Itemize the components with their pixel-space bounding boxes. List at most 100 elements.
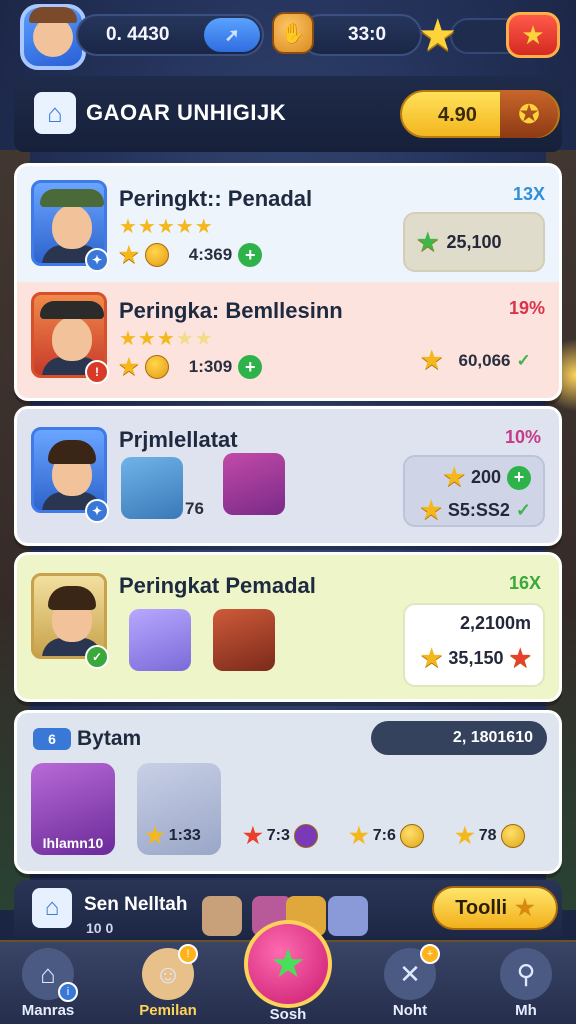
reward-box[interactable]: ★ 200 + ★ S5:SS2 ✓ [403, 455, 545, 527]
nav-center-button[interactable]: ★ [244, 920, 332, 1008]
green-star-icon: ★ [417, 228, 439, 256]
search-icon: ⚲ [500, 948, 552, 1000]
coin-icon [144, 355, 169, 379]
hero-label: Ihlamn10 [42, 835, 104, 851]
row-stats: ★ 1:309 + [119, 354, 263, 380]
reward-row: ★ 200 + [443, 463, 531, 492]
bottom-nav: ⌂ i Manras ☺! Pemilan ★ Sosh ✕ + Noht ⚲ Mh [0, 920, 576, 1024]
favorites-button[interactable]: ★ [506, 12, 560, 58]
reward-value: 60,066 [458, 350, 511, 370]
guild-action-button[interactable]: Toolli ★ [432, 886, 558, 930]
row-sub-value: 1:309 [188, 357, 233, 376]
row-percent: 19% [508, 298, 545, 318]
check-icon: ✓ [515, 500, 531, 520]
star-icon: ★ [349, 823, 369, 848]
star-rating: ★★★★★ [119, 328, 214, 350]
ranking-card-2[interactable]: ✦ Prjmlellatat 76 10% ★ 200 + ★ S5:SS2 ✓ [14, 406, 562, 546]
hero-label: 7:3 [266, 827, 290, 844]
hero-label: 7:6 [372, 827, 396, 844]
character-icon: ☺! [142, 944, 198, 1000]
hero-stat: ★ 78 [455, 823, 525, 849]
reward-value: 25,100 [446, 231, 502, 252]
home-icon[interactable]: ⌂ [32, 888, 72, 928]
guild-sub-value: 10 0 [86, 920, 114, 936]
hero-character-icon [213, 609, 275, 671]
reward-box[interactable]: 2,2100m ★ 35,150 ★ [403, 603, 545, 687]
check-icon: ✓ [516, 350, 531, 370]
nav-label: Pemilan [139, 1002, 197, 1019]
info-badge-icon: i [58, 982, 78, 1002]
header-pill-button[interactable]: ✪ [500, 90, 558, 138]
hero-card[interactable]: ★ 1:33 [137, 763, 221, 855]
header-pill-value: 4.90 [438, 104, 477, 126]
hero-stat: ★ 1:33 [145, 823, 201, 849]
reward-row: ★ S5:SS2 ✓ [420, 496, 531, 525]
ranking-card-1[interactable]: ✦ Peringkt:: Penadal ★★★★★ ★ 4:369 + 13X… [14, 163, 562, 401]
book-item-icon [121, 457, 183, 519]
purple-badge-icon [293, 824, 318, 848]
home-icon[interactable]: ⌂ [34, 92, 76, 134]
ranking-card-3[interactable]: ✓ Peringkat Pemadal 16X 2,2100m ★ 35,150… [14, 552, 562, 702]
green-badge-icon: ✓ [85, 645, 109, 669]
coins-value: 33:0 [348, 24, 387, 45]
gems-value: 0. 4430 [106, 24, 170, 45]
hero-label: 78 [478, 827, 497, 844]
hero-card[interactable]: Ihlamn10 [31, 763, 115, 855]
add-button[interactable]: + [238, 243, 263, 267]
nav-label: Noht [392, 1002, 428, 1019]
star-icon: ★ [418, 11, 458, 60]
star-icon: ★ [119, 242, 139, 267]
star-icon: ★ [119, 354, 139, 379]
add-button[interactable]: + [507, 465, 531, 490]
row-sub-value: 4:369 [188, 245, 233, 264]
page-title: GAOAR UNHIGIJK [86, 100, 287, 125]
header-panel: ⌂ GAOAR UNHIGIJK 4.90 ✪ [14, 76, 562, 152]
hero-card[interactable]: ★ 7:6 [349, 763, 433, 855]
coin-icon [144, 243, 169, 267]
row-percent: 13X [512, 184, 545, 204]
star-rating: ★★★★★ [119, 216, 214, 238]
gems-add-button[interactable]: ➚ [204, 18, 260, 52]
nav-item-search[interactable]: ⚲ Mh [486, 948, 566, 1024]
hero-label: 1:33 [168, 827, 201, 844]
team-value-pill: 2, 1801610 [371, 721, 547, 755]
add-button[interactable]: + [238, 355, 263, 379]
item-count-value: 76 [185, 499, 204, 518]
coin-icon: ✋ [272, 12, 314, 54]
item-count: 76 [185, 499, 204, 519]
row-stats: ★ 4:369 + [119, 242, 263, 268]
team-tag: 6 [33, 728, 71, 750]
hero-card[interactable]: ★ 78 [455, 763, 539, 855]
star-icon: ★ [443, 464, 465, 491]
nav-label: Sosh [269, 1006, 307, 1023]
nav-item-home[interactable]: ⌂ i Manras [8, 948, 88, 1024]
alert-badge-icon: + [420, 944, 440, 964]
red-star-icon: ★ [509, 645, 531, 672]
star-icon: ★ [270, 942, 306, 986]
reward-bottom-value: 35,150 [448, 648, 504, 668]
card-title: Peringkat Pemadal [119, 573, 316, 598]
star-icon: ★ [145, 823, 165, 848]
nav-label: Mh [515, 1002, 537, 1019]
hero-stat: ★ 7:6 [349, 823, 424, 849]
row-title: Peringka: Bemllesinn [119, 298, 343, 323]
star-icon: ★ [515, 895, 535, 920]
member-avatar[interactable] [202, 896, 242, 936]
coin-icon [500, 824, 525, 848]
reward-box[interactable]: ★ 25,100 [403, 212, 545, 272]
coin-icon [399, 824, 424, 848]
star-icon: ★ [420, 645, 443, 672]
hero-card[interactable]: ★ 7:3 [243, 763, 327, 855]
member-avatar[interactable] [328, 896, 368, 936]
star-icon: ★ [420, 497, 442, 524]
reward-top-value: 2,2100m [459, 613, 531, 633]
reward-row: ★ 35,150 ★ [421, 644, 531, 673]
row-title: Peringkt:: Penadal [119, 186, 313, 211]
team-title: Bytam [77, 727, 142, 750]
star-badge-icon: ✪ [518, 98, 540, 129]
ghost-character-icon [129, 609, 191, 671]
guild-name: Sen Nelltah [84, 894, 188, 915]
nav-item-notifications[interactable]: ✕ + Noht [370, 944, 450, 1024]
nav-item-characters[interactable]: ☺! Pemilan [128, 944, 208, 1024]
team-card[interactable]: 6 Bytam 2, 1801610 Ihlamn10 ★ 1:33 ★ 7:3… [14, 710, 562, 874]
